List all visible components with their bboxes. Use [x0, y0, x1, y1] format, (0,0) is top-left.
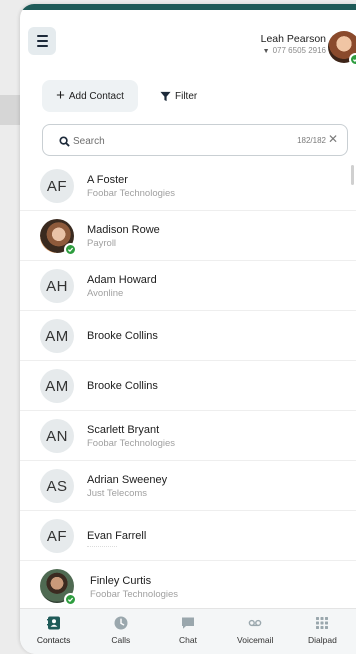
contact-company: Foobar Technologies — [87, 188, 176, 199]
nav-chat[interactable]: Chat — [154, 609, 221, 654]
search-result-count: 182/182 — [297, 136, 326, 145]
filter-icon — [160, 91, 171, 101]
contact-name: Adam Howard — [87, 274, 157, 286]
filter-button[interactable]: Filter — [160, 80, 197, 112]
contact-row[interactable]: AM Brooke Collins — [20, 311, 356, 361]
nav-dialpad[interactable]: Dialpad — [289, 609, 356, 654]
contact-company: Foobar Technologies — [90, 589, 179, 600]
contacts-toolbar: + Add Contact Filter — [20, 74, 356, 118]
contact-name: Brooke Collins — [87, 330, 158, 342]
bottom-navigation: Contacts Calls Chat Voicemail Dialpad — [20, 608, 356, 654]
list-scrollbar[interactable] — [351, 165, 354, 185]
contact-name: A Foster — [87, 174, 128, 186]
user-phone-number: 077 6505 2916 — [272, 46, 326, 55]
contact-avatar-photo — [40, 219, 77, 256]
search-input[interactable] — [73, 131, 273, 151]
user-phone[interactable]: ▼ 077 6505 2916 — [263, 46, 326, 55]
nav-chat-label: Chat — [179, 635, 197, 645]
status-available-icon — [349, 53, 356, 66]
app-window: Leah Pearson ▼ 077 6505 2916 + Add Contac… — [20, 4, 356, 654]
contact-name: Madison Rowe — [87, 224, 160, 236]
contact-avatar: AS — [40, 469, 74, 503]
contact-avatar: AM — [40, 369, 74, 403]
contact-row[interactable]: Finley Curtis Foobar Technologies — [20, 561, 356, 608]
contact-avatar: AF — [40, 519, 74, 553]
user-name[interactable]: Leah Pearson — [261, 33, 326, 45]
clock-icon — [114, 616, 128, 630]
contact-name: Scarlett Bryant — [87, 424, 160, 436]
filter-label: Filter — [175, 90, 198, 102]
contact-row[interactable]: AH Adam Howard Avonline — [20, 261, 356, 311]
add-contact-button[interactable]: + Add Contact — [42, 80, 138, 112]
nav-dialpad-label: Dialpad — [308, 635, 337, 645]
contact-row[interactable]: Madison Rowe Payroll — [20, 211, 356, 261]
contact-avatar: AH — [40, 269, 74, 303]
search-icon — [59, 136, 70, 147]
contact-avatar-photo — [40, 569, 77, 606]
contact-row[interactable]: AM Brooke Collins — [20, 361, 356, 411]
contact-row[interactable]: AF A Foster Foobar Technologies — [20, 161, 356, 211]
nav-contacts-label: Contacts — [36, 635, 71, 645]
contact-avatar: AM — [40, 319, 74, 353]
contact-row[interactable]: AS Adrian Sweeney Just Telecoms — [20, 461, 356, 511]
status-available-icon — [64, 243, 77, 256]
app-header: Leah Pearson ▼ 077 6505 2916 — [20, 10, 356, 68]
add-contact-label: Add Contact — [68, 90, 124, 102]
contact-company: Just Telecoms — [87, 488, 148, 499]
contact-company: Avonline — [87, 288, 124, 299]
contact-name: Adrian Sweeney — [87, 474, 168, 486]
nav-voicemail-label: Voicemail — [237, 635, 274, 645]
nav-calls[interactable]: Calls — [87, 609, 154, 654]
user-avatar[interactable] — [328, 31, 356, 66]
nav-voicemail[interactable]: Voicemail — [222, 609, 289, 654]
menu-button[interactable] — [28, 27, 56, 55]
contact-avatar: AN — [40, 419, 74, 453]
status-available-icon — [64, 593, 77, 606]
contacts-icon — [46, 616, 60, 630]
contact-list: AF A Foster Foobar Technologies Madison … — [20, 161, 356, 608]
contact-avatar: AF — [40, 169, 74, 203]
plus-icon: + — [56, 86, 65, 104]
contact-company: Foobar Technologies — [87, 438, 176, 449]
contact-row[interactable]: AF Evan Farrell — [20, 511, 356, 561]
nav-calls-label: Calls — [111, 635, 131, 645]
contact-company: Payroll — [87, 238, 117, 249]
menu-icon — [36, 35, 48, 37]
dialpad-icon — [316, 617, 329, 629]
voicemail-icon — [248, 619, 262, 627]
contact-name: Evan Farrell — [87, 530, 147, 542]
nav-contacts[interactable]: Contacts — [20, 609, 87, 654]
caret-down-icon: ▼ — [262, 48, 270, 55]
clear-search-icon[interactable]: ✕ — [328, 133, 338, 145]
search-box: 182/182 ✕ — [42, 124, 348, 156]
chat-icon — [182, 617, 194, 629]
contact-company-placeholder — [87, 546, 117, 549]
contact-row[interactable]: AN Scarlett Bryant Foobar Technologies — [20, 411, 356, 461]
contact-name: Brooke Collins — [87, 380, 158, 392]
contact-name: Finley Curtis — [90, 575, 152, 587]
